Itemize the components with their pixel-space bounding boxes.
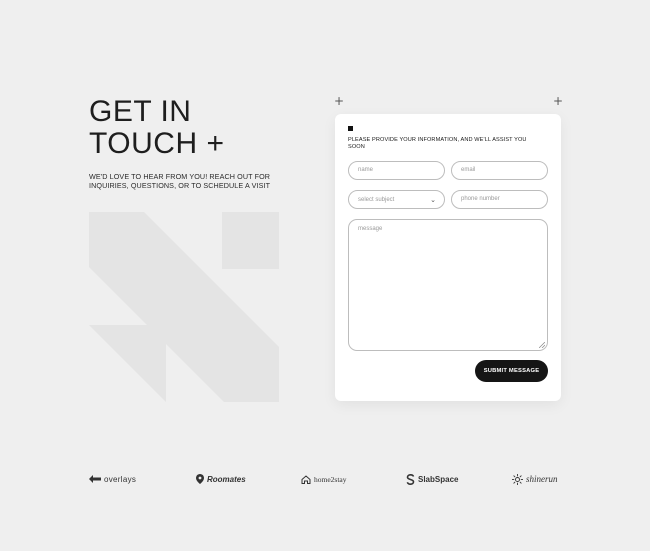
- form-intro-text: PLEASE PROVIDE YOUR INFORMATION, AND WE'…: [348, 137, 527, 150]
- subject-select[interactable]: select subject ⌄: [348, 190, 445, 209]
- partner-logo-overlays: overlays: [89, 472, 136, 486]
- plus-decoration-right: +: [553, 94, 564, 108]
- partner-name: shinerun: [526, 474, 558, 484]
- partner-name: SlabSpace: [418, 474, 459, 484]
- partner-logo-home2stay: home2stay: [301, 472, 347, 486]
- contact-form-card: PLEASE PROVIDE YOUR INFORMATION, AND WE'…: [335, 114, 561, 401]
- partner-name: Roomates: [207, 474, 246, 484]
- message-placeholder: message: [358, 226, 383, 232]
- title-line-2: TOUCH +: [89, 127, 225, 160]
- location-pin-icon: [196, 474, 204, 484]
- title-line-1: GET IN: [89, 95, 192, 128]
- resize-handle-icon[interactable]: [539, 342, 545, 348]
- partner-logo-shinerun: shinerun: [512, 472, 558, 486]
- phone-input[interactable]: phone number: [451, 190, 548, 209]
- sun-icon: [512, 473, 523, 485]
- partner-logo-slabspace: SlabSpace: [406, 472, 458, 486]
- email-input[interactable]: email: [451, 161, 548, 180]
- house-icon: [301, 474, 311, 484]
- brand-mark-graphic: [89, 212, 279, 402]
- page-subtitle: WE'D LOVE TO HEAR FROM YOU! REACH OUT FO…: [89, 172, 271, 190]
- diamond-arrow-icon: [89, 475, 101, 483]
- chevron-down-icon: ⌄: [430, 195, 436, 204]
- plus-decoration-left: +: [334, 94, 345, 108]
- message-textarea[interactable]: message: [348, 219, 548, 351]
- partner-name: overlays: [104, 474, 137, 484]
- page-title: GET IN TOUCH +: [89, 96, 224, 160]
- submit-message-button[interactable]: SUBMIT MESSAGE: [475, 360, 548, 382]
- partner-logo-roomates: Roomates: [196, 472, 246, 486]
- name-input[interactable]: name: [348, 161, 445, 180]
- subject-select-value: select subject: [358, 196, 395, 203]
- square-bullet-icon: [348, 126, 353, 131]
- s-shape-icon: [406, 473, 415, 485]
- partner-name: home2stay: [314, 474, 347, 484]
